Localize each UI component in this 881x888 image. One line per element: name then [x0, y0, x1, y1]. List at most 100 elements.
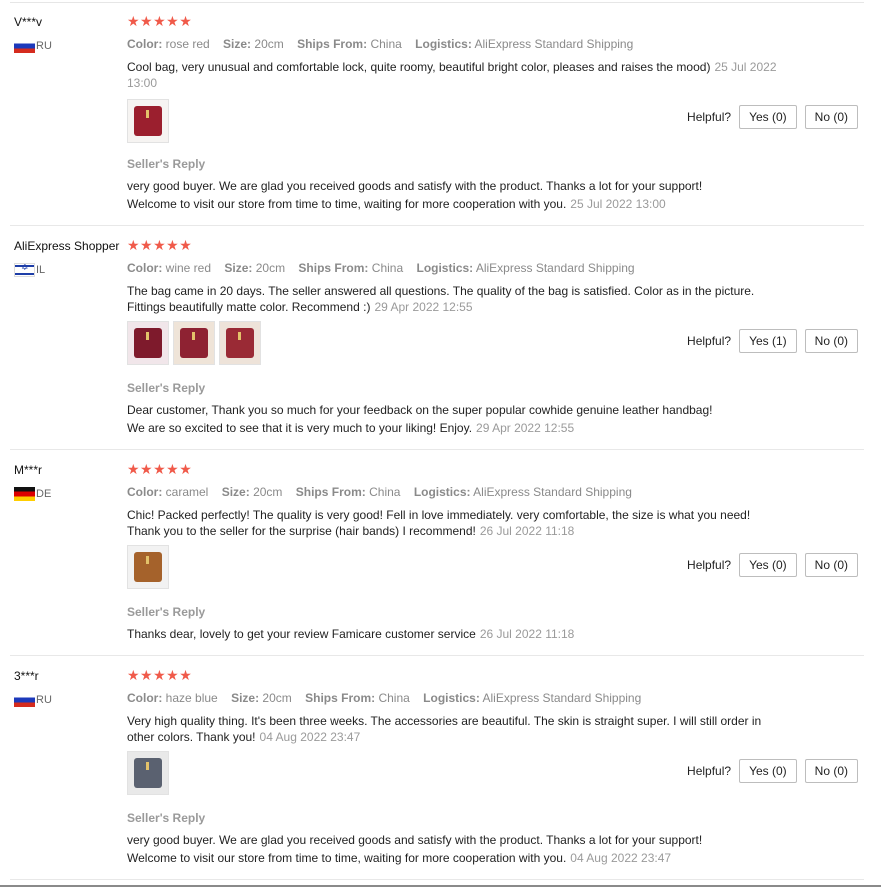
color-label: Color: — [127, 691, 163, 705]
reviewer-name: AliExpress Shopper — [14, 239, 120, 253]
review-item: AliExpress Shopper IL ★★★★★ Color: wine … — [10, 227, 864, 450]
ships-from-label: Ships From: — [295, 485, 366, 499]
helpful-yes-button[interactable]: Yes (1) — [739, 329, 797, 353]
review-attributes: Color: haze blue Size: 20cm Ships From: … — [127, 691, 641, 705]
review-text: Cool bag, very unusual and comfortable l… — [127, 59, 777, 91]
review-date: 29 Apr 2022 12:55 — [374, 300, 473, 314]
seller-reply-text: very good buyer. We are glad you receive… — [127, 831, 847, 867]
review-body: Chic! Packed perfectly! The quality is v… — [127, 508, 751, 538]
helpful-label: Helpful? — [687, 110, 732, 124]
ships-from-value: China — [369, 485, 401, 499]
bag-image — [134, 758, 162, 788]
bag-image — [134, 328, 162, 358]
country-code: RU — [36, 40, 52, 52]
seller-reply-date: 04 Aug 2022 23:47 — [570, 851, 672, 865]
logistics-label: Logistics: — [423, 691, 480, 705]
bag-image — [226, 328, 254, 358]
review-photos — [127, 321, 261, 365]
seller-reply-line: Welcome to visit our store from time to … — [127, 851, 672, 865]
ships-from-label: Ships From: — [297, 37, 368, 51]
review-text: Very high quality thing. It's been three… — [127, 713, 777, 745]
star-rating: ★★★★★ — [127, 238, 193, 254]
ships-from-value: China — [370, 37, 402, 51]
helpful-yes-button[interactable]: Yes (0) — [739, 759, 797, 783]
size-value: 20cm — [255, 261, 286, 275]
review-photos — [127, 99, 169, 143]
helpful-label: Helpful? — [687, 334, 732, 348]
size-label: Size: — [224, 261, 253, 275]
reviewer-name: V***v — [14, 15, 43, 29]
color-value: rose red — [165, 37, 210, 51]
size-value: 20cm — [254, 37, 284, 51]
seller-reply-heading: Seller's Reply — [127, 811, 206, 825]
logistics-label: Logistics: — [415, 37, 472, 51]
review-photos — [127, 545, 169, 589]
seller-reply-line: Welcome to visit our store from time to … — [127, 197, 666, 211]
ships-from-label: Ships From: — [305, 691, 376, 705]
helpful-label: Helpful? — [687, 764, 732, 778]
seller-reply-line: Thanks dear, lovely to get your review F… — [127, 627, 575, 641]
helpful-no-button[interactable]: No (0) — [804, 553, 858, 577]
color-label: Color: — [127, 37, 163, 51]
ships-from-label: Ships From: — [298, 261, 369, 275]
helpful-yes-button[interactable]: Yes (0) — [739, 553, 797, 577]
bag-image — [134, 106, 162, 136]
review-item: V***v RU ★★★★★ Color: rose red Size: 20c… — [10, 3, 864, 226]
color-label: Color: — [127, 485, 163, 499]
color-value: wine red — [165, 261, 212, 275]
seller-reply-line: Dear customer, Thank you so much for you… — [127, 403, 713, 417]
helpful-vote: Helpful? Yes (0) No (0) — [687, 105, 858, 129]
star-rating: ★★★★★ — [127, 14, 193, 30]
logistics-label: Logistics: — [416, 261, 474, 275]
seller-reply-date: 26 Jul 2022 11:18 — [479, 627, 575, 641]
seller-reply-date: 29 Apr 2022 12:55 — [476, 421, 575, 435]
review-text: Chic! Packed perfectly! The quality is v… — [127, 507, 777, 539]
logistics-value: AliExpress Standard Shipping — [475, 261, 635, 275]
country-code: DE — [36, 488, 52, 500]
reviewer-name: 3***r — [14, 669, 39, 683]
review-item: M***r DE ★★★★★ Color: caramel Size: 20cm… — [10, 451, 864, 656]
reviewer-country: IL — [14, 263, 45, 277]
logistics-value: AliExpress Standard Shipping — [482, 691, 642, 705]
seller-reply-line: We are so excited to see that it is very… — [127, 421, 575, 435]
size-label: Size: — [231, 691, 260, 705]
helpful-no-button[interactable]: No (0) — [804, 759, 858, 783]
color-value: caramel — [165, 485, 209, 499]
wine-bag-photo[interactable] — [127, 321, 169, 365]
star-rating: ★★★★★ — [127, 462, 193, 478]
logistics-value: AliExpress Standard Shipping — [473, 485, 632, 499]
reviewer-country: DE — [14, 487, 51, 501]
helpful-yes-button[interactable]: Yes (0) — [739, 105, 797, 129]
logistics-label: Logistics: — [413, 485, 471, 499]
wine-bag-photo[interactable] — [219, 321, 261, 365]
reviewer-country: RU — [14, 39, 52, 53]
blue-bag-photo[interactable] — [127, 751, 169, 795]
size-label: Size: — [223, 37, 252, 51]
wine-bag-photo[interactable] — [173, 321, 215, 365]
seller-reply-line: very good buyer. We are glad you receive… — [127, 179, 703, 193]
review-text: The bag came in 20 days. The seller answ… — [127, 283, 777, 315]
russia-flag-icon — [14, 693, 35, 707]
logistics-value: AliExpress Standard Shipping — [474, 37, 634, 51]
helpful-vote: Helpful? Yes (0) No (0) — [687, 759, 858, 783]
ships-from-value: China — [371, 261, 404, 275]
bottom-divider — [0, 885, 881, 887]
helpful-vote: Helpful? Yes (0) No (0) — [687, 553, 858, 577]
review-body: Very high quality thing. It's been three… — [127, 714, 762, 744]
seller-reply-text: very good buyer. We are glad you receive… — [127, 177, 847, 213]
review-attributes: Color: wine red Size: 20cm Ships From: C… — [127, 261, 635, 275]
helpful-no-button[interactable]: No (0) — [804, 105, 858, 129]
red-bag-photo[interactable] — [127, 99, 169, 143]
caramel-bag-photo[interactable] — [127, 545, 169, 589]
helpful-no-button[interactable]: No (0) — [804, 329, 858, 353]
review-item: 3***r RU ★★★★★ Color: haze blue Size: 20… — [10, 657, 864, 880]
review-date: 04 Aug 2022 23:47 — [259, 730, 361, 744]
review-attributes: Color: rose red Size: 20cm Ships From: C… — [127, 37, 633, 51]
seller-reply-heading: Seller's Reply — [127, 381, 206, 395]
star-rating: ★★★★★ — [127, 668, 193, 684]
color-value: haze blue — [165, 691, 218, 705]
russia-flag-icon — [14, 39, 35, 53]
review-photos — [127, 751, 169, 795]
review-date: 26 Jul 2022 11:18 — [479, 524, 575, 538]
reviewer-country: RU — [14, 693, 52, 707]
